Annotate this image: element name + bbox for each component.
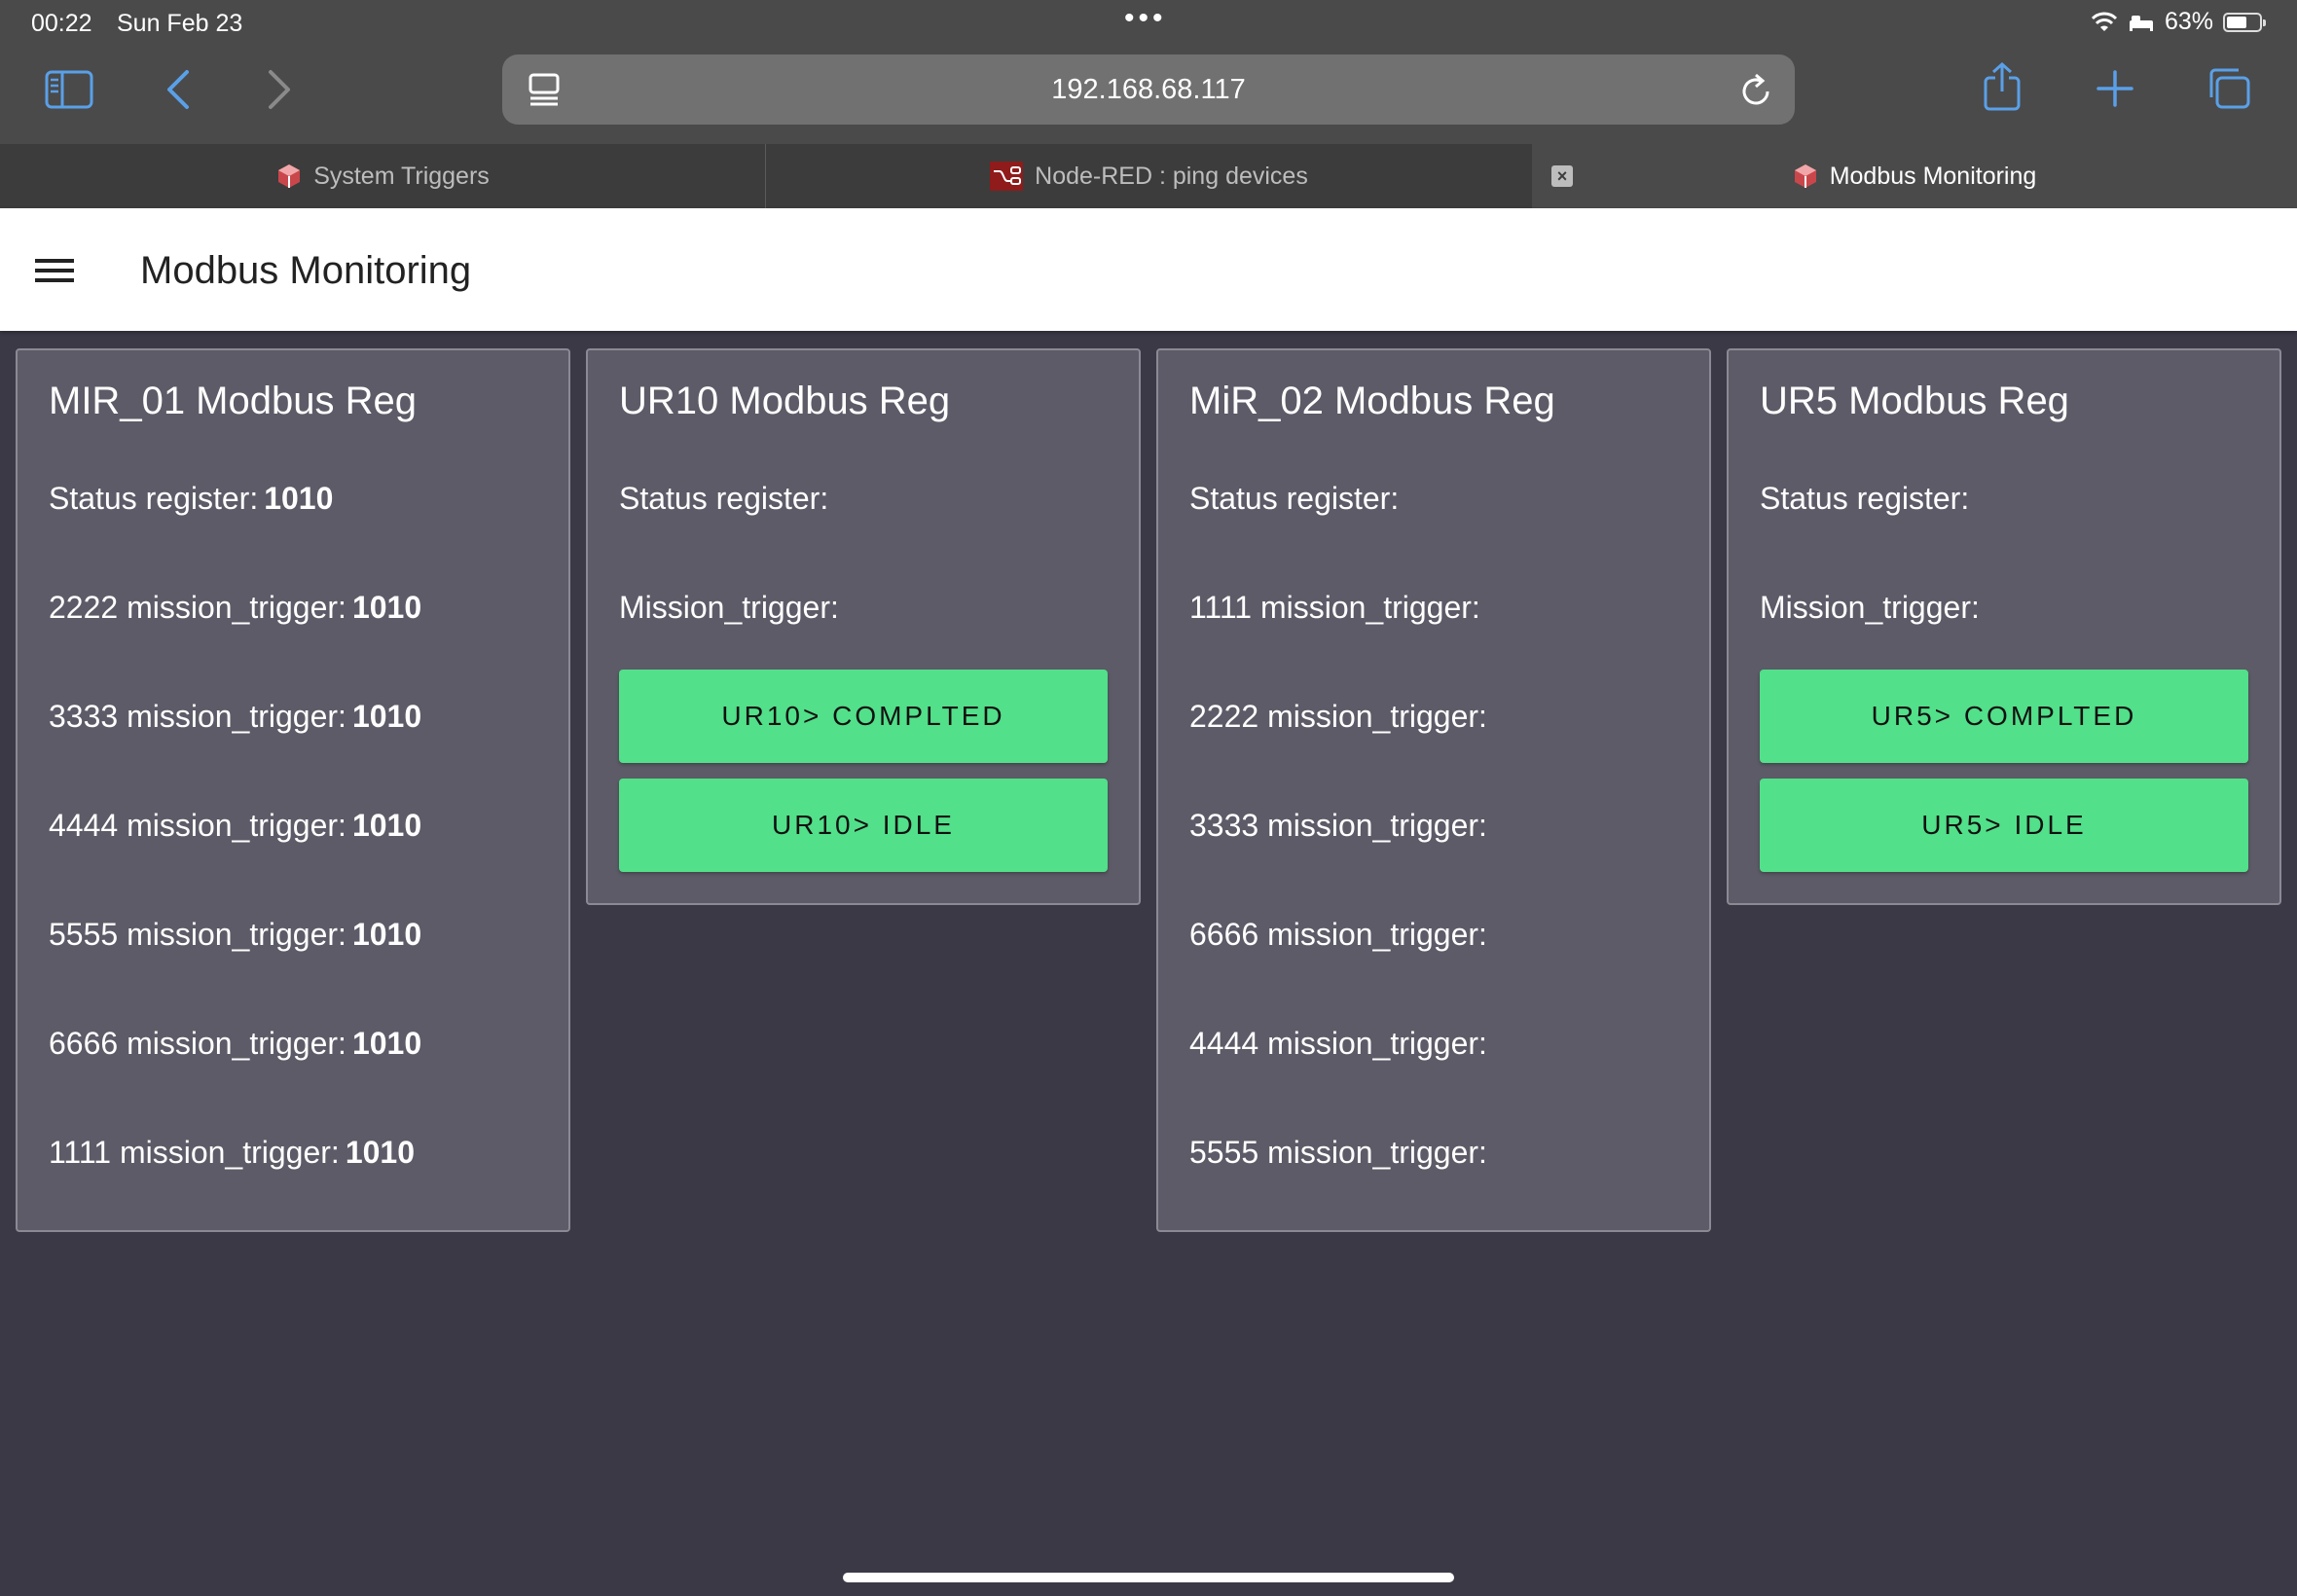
battery-icon (2223, 12, 2266, 32)
browser-toolbar: 192.168.68.117 (0, 49, 2297, 144)
register-label: 3333 mission_trigger: (1189, 808, 1487, 843)
register-label: 6666 mission_trigger: (1189, 917, 1487, 952)
register-row: 2222 mission_trigger: 1010 (49, 590, 421, 626)
page-header: Modbus Monitoring (0, 208, 2297, 331)
register-label: Status register: (619, 481, 829, 516)
register-row: 3333 mission_trigger: 1010 (49, 699, 421, 735)
page-title: Modbus Monitoring (140, 249, 472, 292)
register-label: 1111 mission_trigger: (1189, 590, 1480, 625)
register-label: 1111 mission_trigger: (49, 1135, 340, 1170)
register-label: 3333 mission_trigger: (49, 699, 346, 734)
register-label: 2222 mission_trigger: (1189, 699, 1487, 734)
status-bar: 00:22 Sun Feb 23 ••• 63% (0, 0, 2297, 49)
card-title: UR10 Modbus Reg (619, 380, 951, 422)
register-value: 1010 (351, 1026, 422, 1061)
sleep-focus-icon (2129, 15, 2153, 31)
tab-modbus-monitoring[interactable]: Modbus Monitoring (1532, 144, 2297, 208)
share-icon[interactable] (1982, 62, 2023, 111)
tab-label: Node-RED : ping devices (1035, 162, 1308, 190)
register-row: Status register: (1760, 481, 1975, 517)
register-row: Status register: (1189, 481, 1404, 517)
register-label: Status register: (49, 481, 259, 516)
card-title: MIR_01 Modbus Reg (49, 380, 417, 422)
register-row: 3333 mission_trigger: (1189, 808, 1493, 844)
status-time: 00:22 (31, 10, 92, 37)
register-value: 1010 (351, 808, 422, 843)
ur10-idle-button[interactable]: UR10> IDLE (619, 779, 1108, 872)
register-row: 5555 mission_trigger: (1189, 1135, 1493, 1171)
new-tab-icon[interactable] (2096, 70, 2133, 107)
node-red-cube-icon (1794, 164, 1816, 188)
sidebar-icon[interactable] (45, 70, 93, 109)
register-row: 6666 mission_trigger: 1010 (49, 1026, 421, 1062)
node-red-cube-icon (278, 164, 301, 188)
forward-icon[interactable] (265, 68, 294, 111)
battery-level (2227, 16, 2246, 28)
register-row: 5555 mission_trigger: 1010 (49, 917, 421, 953)
tab-label: System Triggers (313, 162, 490, 190)
register-label: Mission_trigger: (619, 590, 839, 625)
register-row: 4444 mission_trigger: 1010 (49, 808, 421, 844)
tab-label: Modbus Monitoring (1829, 162, 2037, 190)
register-row: 1111 mission_trigger: 1010 (49, 1135, 415, 1171)
reload-icon[interactable] (1738, 72, 1773, 109)
register-row: 6666 mission_trigger: (1189, 917, 1493, 953)
register-row: Status register: 1010 (49, 481, 333, 517)
ur10-completed-button[interactable]: UR10> COMPLTED (619, 670, 1108, 763)
home-indicator[interactable] (843, 1573, 1454, 1582)
register-label: Status register: (1189, 481, 1400, 516)
register-label: 2222 mission_trigger: (49, 590, 346, 625)
register-value: 1010 (351, 590, 422, 625)
register-row: Mission_trigger: (1760, 590, 1986, 626)
register-label: Status register: (1760, 481, 1970, 516)
register-label: Mission_trigger: (1760, 590, 1980, 625)
card-ur10: UR10 Modbus Reg Status register: Mission… (586, 348, 1141, 905)
card-mir02: MiR_02 Modbus Reg Status register: 1111 … (1156, 348, 1711, 1232)
address-bar[interactable]: 192.168.68.117 (502, 54, 1795, 125)
register-value: 1010 (264, 481, 334, 516)
status-indicators: 63% (2091, 8, 2266, 36)
close-tab-icon[interactable]: × (1551, 165, 1573, 187)
register-row: 4444 mission_trigger: (1189, 1026, 1493, 1062)
card-mir01: MIR_01 Modbus Reg Status register: 1010 2… (16, 348, 570, 1232)
register-label: 5555 mission_trigger: (1189, 1135, 1487, 1170)
register-row: 2222 mission_trigger: (1189, 699, 1493, 735)
register-row: 1111 mission_trigger: (1189, 590, 1486, 626)
register-label: 6666 mission_trigger: (49, 1026, 346, 1061)
tab-overview-icon[interactable] (2206, 66, 2252, 111)
card-title: UR5 Modbus Reg (1760, 380, 2069, 422)
register-label: 5555 mission_trigger: (49, 917, 346, 952)
battery-percent: 63% (2164, 8, 2213, 35)
status-date: Sun Feb 23 (117, 10, 243, 37)
register-label: 4444 mission_trigger: (49, 808, 346, 843)
tab-strip: System Triggers Node-RED : ping devices … (0, 144, 2297, 208)
register-value: 1010 (345, 1135, 415, 1170)
register-label: 4444 mission_trigger: (1189, 1026, 1487, 1061)
back-icon[interactable] (164, 68, 193, 111)
hamburger-menu-icon[interactable] (35, 257, 74, 284)
tab-node-red-ping[interactable]: Node-RED : ping devices (766, 144, 1532, 208)
register-value: 1010 (351, 699, 422, 734)
ur5-completed-button[interactable]: UR5> COMPLTED (1760, 670, 2248, 763)
register-row: Status register: (619, 481, 834, 517)
url-text[interactable]: 192.168.68.117 (502, 74, 1795, 106)
register-value: 1010 (351, 917, 422, 952)
wifi-icon (2091, 12, 2118, 31)
register-row: Mission_trigger: (619, 590, 845, 626)
card-ur5: UR5 Modbus Reg Status register: Mission_… (1727, 348, 2281, 905)
node-red-logo-icon (990, 162, 1024, 191)
card-title: MiR_02 Modbus Reg (1189, 380, 1555, 422)
multitasking-dots-icon[interactable]: ••• (1124, 2, 1167, 35)
ur5-idle-button[interactable]: UR5> IDLE (1760, 779, 2248, 872)
tab-system-triggers[interactable]: System Triggers (0, 144, 766, 208)
